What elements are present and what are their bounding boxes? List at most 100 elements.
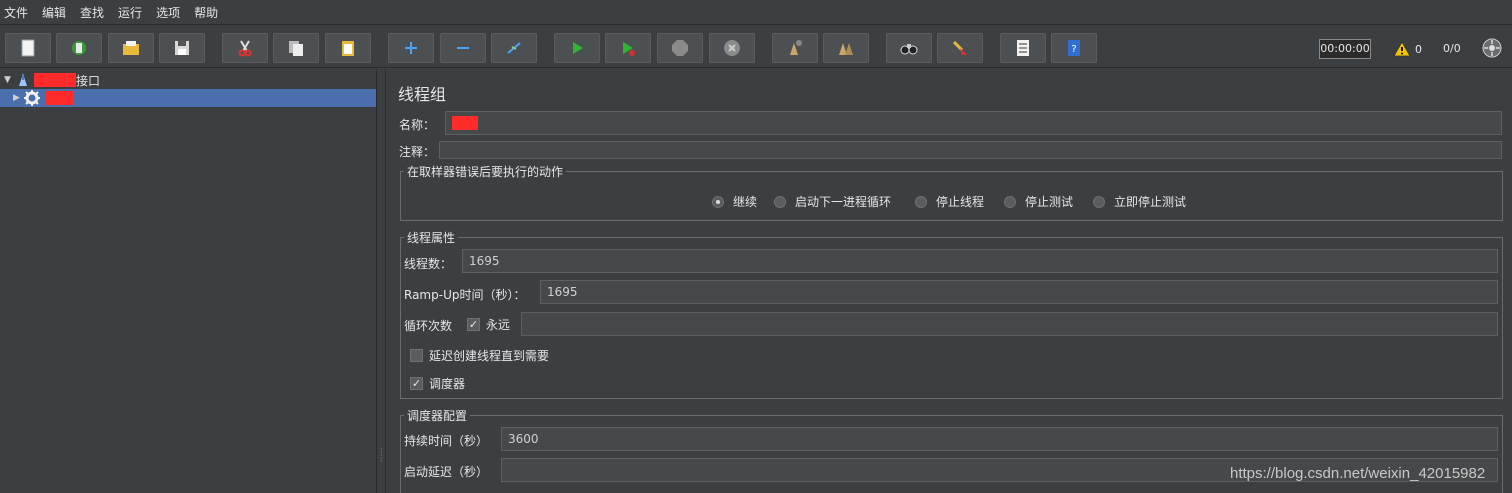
divider-grip-icon: · · · · · [380, 445, 383, 466]
search-button[interactable] [886, 33, 932, 63]
scheduler-config-legend: 调度器配置 [404, 407, 471, 424]
radio-start-next-loop[interactable]: 启动下一进程循环 [774, 193, 891, 210]
gear-icon [24, 90, 40, 106]
tree-item-label: 接口 [76, 73, 101, 88]
radio-dot [774, 195, 786, 208]
page-title: 线程组 [398, 85, 447, 104]
name-field[interactable] [445, 111, 1502, 135]
copy-button[interactable] [273, 33, 319, 63]
radio-dot [915, 195, 927, 208]
paste-button[interactable] [325, 33, 371, 63]
radio-label: 继续 [733, 195, 758, 209]
new-button[interactable] [5, 33, 51, 63]
menu-bar: 文件 编辑 查找 运行 选项 帮助 [0, 0, 1512, 24]
checkbox-label: 延迟创建线程直到需要 [429, 349, 550, 363]
function-helper-button[interactable] [1000, 33, 1046, 63]
menu-run[interactable]: 运行 [118, 4, 142, 21]
error-action-legend: 在取样器错误后要执行的动作 [404, 163, 567, 180]
toggle-button[interactable] [491, 33, 537, 63]
start-button[interactable] [554, 33, 600, 63]
menu-file[interactable]: 文件 [4, 4, 28, 21]
split-pane-divider[interactable] [376, 69, 386, 493]
tree-item-thread-group[interactable]: ▶ [0, 89, 376, 107]
redacted-text [452, 116, 478, 130]
radio-stop-test[interactable]: 停止测试 [1004, 193, 1073, 210]
remote-engines-icon[interactable] [1481, 37, 1503, 59]
radio-label: 启动下一进程循环 [795, 195, 892, 209]
redacted-text [45, 91, 73, 105]
function-helper-icon [1017, 40, 1029, 56]
toolbar: ? 00:00:00 0 0/0 [0, 24, 1512, 68]
radio-label: 停止测试 [1025, 195, 1074, 209]
active-threads-ratio: 0/0 [1443, 42, 1461, 55]
cut-button[interactable] [222, 33, 268, 63]
shutdown-button[interactable] [709, 33, 755, 63]
checkbox-box: ✓ [410, 377, 423, 390]
forever-checkbox[interactable]: ✓ 永远 [467, 316, 510, 333]
menu-options[interactable]: 选项 [156, 4, 180, 21]
warning-icon [1393, 41, 1411, 57]
clear-button[interactable] [772, 33, 818, 63]
templates-icon [72, 41, 86, 55]
menu-edit[interactable]: 编辑 [42, 4, 66, 21]
start-no-pause-icon [623, 42, 635, 56]
comment-field[interactable] [439, 141, 1502, 159]
radio-continue[interactable]: 继续 [712, 193, 757, 210]
duration-label: 持续时间（秒） [404, 434, 489, 448]
delay-thread-creation-checkbox[interactable]: 延迟创建线程直到需要 [410, 347, 549, 364]
redacted-text [34, 73, 76, 87]
duration-field[interactable]: 3600 [501, 427, 1498, 451]
collapse-icon [457, 47, 469, 49]
stop-button[interactable] [657, 33, 703, 63]
checkbox-label: 调度器 [429, 377, 466, 391]
search-icon [900, 44, 918, 55]
templates-button[interactable] [56, 33, 102, 63]
help-icon: ? [1068, 40, 1080, 56]
clear-icon [790, 40, 802, 55]
copy-icon [289, 41, 303, 56]
reset-search-icon [952, 40, 967, 55]
warning-indicator[interactable]: 0 [1393, 38, 1429, 60]
elapsed-timer: 00:00:00 [1319, 39, 1371, 59]
toggle-icon [507, 42, 521, 54]
open-icon [123, 41, 139, 55]
collapse-all-button[interactable] [440, 33, 486, 63]
thread-count-field[interactable]: 1695 [462, 249, 1498, 273]
comment-label: 注释： [399, 145, 436, 159]
save-icon [175, 41, 189, 55]
cut-icon [238, 40, 252, 57]
clear-all-button[interactable] [823, 33, 869, 63]
expand-all-button[interactable] [388, 33, 434, 63]
loop-count-label: 循环次数 [404, 319, 453, 333]
stop-icon [672, 40, 688, 56]
reset-search-button[interactable] [937, 33, 983, 63]
watermark: https://blog.csdn.net/weixin_42015982 [1230, 465, 1486, 482]
tree-item-test-plan[interactable]: ▼ 接口 [0, 71, 376, 89]
radio-dot [712, 195, 724, 208]
radio-stop-thread[interactable]: 停止线程 [915, 193, 984, 210]
loop-count-field[interactable] [521, 312, 1498, 336]
rampup-field[interactable]: 1695 [540, 280, 1498, 304]
save-button[interactable] [159, 33, 205, 63]
tree-collapse-arrow[interactable]: ▶ [13, 93, 23, 103]
rampup-label: Ramp-Up时间（秒）： [404, 288, 526, 302]
thread-properties-legend: 线程属性 [404, 229, 459, 246]
start-icon [573, 42, 583, 54]
radio-stop-test-now[interactable]: 立即停止测试 [1093, 193, 1186, 210]
menu-search[interactable]: 查找 [80, 4, 104, 21]
help-button[interactable]: ? [1051, 33, 1097, 63]
svg-text:?: ? [1071, 44, 1076, 55]
radio-dot [1093, 195, 1105, 208]
open-button[interactable] [108, 33, 154, 63]
checkbox-box [410, 349, 423, 362]
startup-delay-label: 启动延迟（秒） [404, 465, 489, 479]
checkbox-label: 永远 [486, 318, 511, 332]
tree-expand-arrow[interactable]: ▼ [4, 75, 14, 85]
name-label: 名称： [399, 118, 436, 132]
scheduler-checkbox[interactable]: ✓ 调度器 [410, 375, 465, 392]
menu-help[interactable]: 帮助 [194, 4, 218, 21]
start-no-pauses-button[interactable] [605, 33, 651, 63]
thread-count-label: 线程数： [404, 257, 453, 271]
warning-count: 0 [1415, 42, 1422, 56]
test-plan-tree: ▼ 接口 ▶ [0, 69, 376, 493]
